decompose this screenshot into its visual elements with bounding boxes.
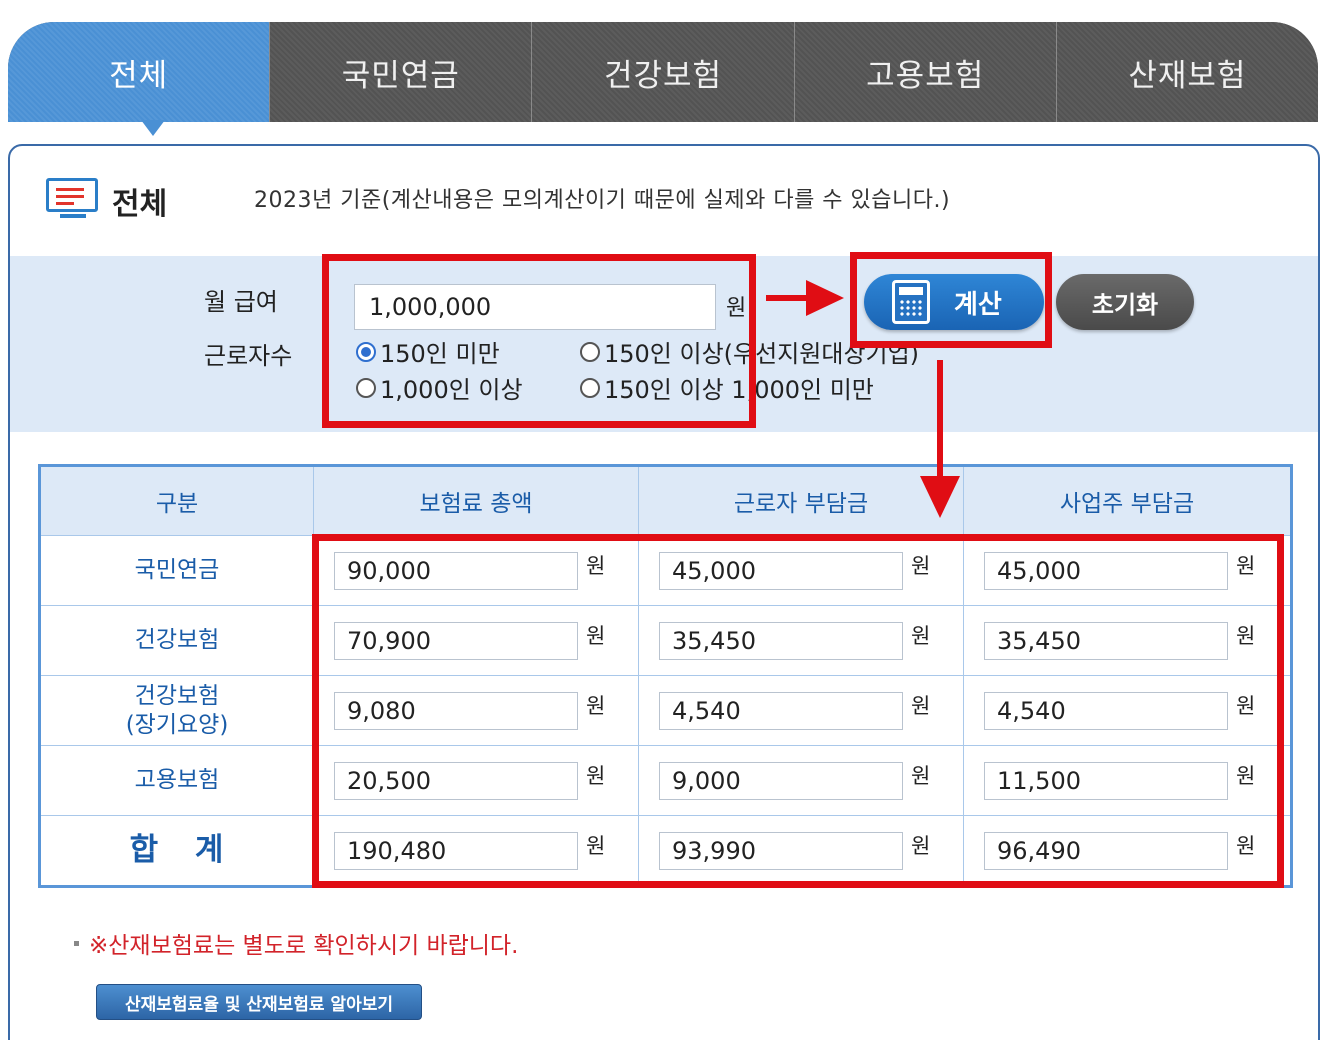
radio-label: 150인 미만 — [380, 340, 500, 368]
radio-unchecked-icon — [580, 341, 600, 362]
panel-title: 전체 — [112, 187, 168, 222]
employee-amount-field: 93,990 — [659, 831, 903, 870]
workers-label: 근로자수 — [204, 342, 293, 370]
header-category: 구분 — [39, 465, 314, 536]
radio-unchecked-icon — [580, 377, 600, 398]
calculator-icon — [892, 280, 930, 324]
header-employee-share: 근로자 부담금 — [638, 465, 964, 536]
reset-button-label: 초기화 — [1091, 290, 1159, 319]
salary-label: 월 급여 — [204, 288, 278, 316]
unit-label: 원 — [1236, 623, 1256, 648]
radio-checked-icon — [356, 341, 376, 362]
employee-amount-field: 4,540 — [659, 691, 903, 730]
bullet-icon — [74, 940, 79, 946]
radio-label: 1,000인 이상 — [380, 376, 523, 404]
insurance-calculator-page: 전체 국민연금 건강보험 고용보험 산재보험 전체 2023년 기준(계산내용은… — [0, 0, 1330, 1040]
unit-label: 원 — [911, 833, 931, 858]
unit-label: 원 — [1236, 763, 1256, 788]
radio-over-150-priority[interactable]: 150인 이상(우선지원대상기업) — [580, 334, 919, 369]
radio-over-1000[interactable]: 1,000인 이상 — [356, 370, 523, 405]
total-amount-field: 90,000 — [334, 551, 578, 590]
table-row: 건강보험 (장기요양) 9,080 원 4,540 원 4,540 원 — [39, 675, 1292, 746]
total-amount-field: 190,480 — [334, 831, 578, 870]
radio-label: 150인 이상 1,000인 미만 — [604, 376, 874, 404]
tab-industrial-accident-insurance[interactable]: 산재보험 — [1055, 22, 1318, 122]
unit-label: 원 — [1236, 833, 1256, 858]
footer-note-text: ※산재보험료는 별도로 확인하시기 바랍니다. — [89, 933, 519, 959]
row-label: 건강보험 — [39, 605, 314, 676]
row-label-total: 합 계 — [39, 815, 314, 887]
reset-button[interactable]: 초기화 — [1056, 274, 1194, 330]
industrial-accident-info-button[interactable]: 산재보험료율 및 산재보험료 알아보기 — [96, 984, 422, 1020]
footer-note: ※산재보험료는 별도로 확인하시기 바랍니다. — [74, 926, 518, 960]
unit-label: 원 — [586, 623, 606, 648]
tab-health-insurance[interactable]: 건강보험 — [531, 22, 794, 122]
unit-label: 원 — [586, 833, 606, 858]
row-label-line1: 건강보험 — [134, 682, 220, 709]
tab-all[interactable]: 전체 — [8, 22, 270, 122]
unit-label: 원 — [1236, 693, 1256, 718]
table-row: 국민연금 90,000 원 45,000 원 45,000 원 — [39, 535, 1292, 606]
content-panel: 전체 2023년 기준(계산내용은 모의계산이기 때문에 실제와 다를 수 있습… — [8, 144, 1320, 1040]
calculate-button-label: 계산 — [954, 289, 1002, 320]
employer-amount-field: 11,500 — [984, 761, 1228, 800]
row-label-line2: (장기요양) — [125, 711, 229, 738]
active-tab-pointer — [141, 120, 165, 136]
header-total-premium: 보험료 총액 — [313, 465, 639, 536]
unit-label: 원 — [586, 693, 606, 718]
employer-amount-field: 45,000 — [984, 551, 1228, 590]
header-employer-share: 사업주 부담금 — [963, 465, 1292, 536]
monitor-icon — [46, 178, 102, 224]
employer-amount-field: 96,490 — [984, 831, 1228, 870]
basis-note: 2023년 기준(계산내용은 모의계산이기 때문에 실제와 다를 수 있습니다.… — [254, 188, 951, 213]
tab-employment-insurance[interactable]: 고용보험 — [793, 22, 1056, 122]
unit-label: 원 — [911, 553, 931, 578]
employee-amount-field: 45,000 — [659, 551, 903, 590]
unit-label: 원 — [1236, 553, 1256, 578]
row-label: 국민연금 — [39, 535, 314, 606]
employer-amount-field: 35,450 — [984, 621, 1228, 660]
unit-label: 원 — [586, 553, 606, 578]
total-amount-field: 70,900 — [334, 621, 578, 660]
radio-label: 150인 이상(우선지원대상기업) — [604, 340, 920, 368]
table-total-row: 합 계 190,480 원 93,990 원 96,490 원 — [39, 815, 1292, 887]
result-table: 구분 보험료 총액 근로자 부담금 사업주 부담금 국민연금 90,000 원 4… — [38, 464, 1293, 888]
radio-unchecked-icon — [356, 377, 376, 398]
panel-header: 전체 — [46, 178, 167, 224]
employee-amount-field: 9,000 — [659, 761, 903, 800]
table-header-row: 구분 보험료 총액 근로자 부담금 사업주 부담금 — [39, 465, 1292, 536]
employer-amount-field: 4,540 — [984, 691, 1228, 730]
row-label: 건강보험 (장기요양) — [39, 675, 314, 746]
tab-bar: 전체 국민연금 건강보험 고용보험 산재보험 — [8, 22, 1318, 122]
unit-label: 원 — [586, 763, 606, 788]
unit-label: 원 — [911, 693, 931, 718]
table-row: 건강보험 70,900 원 35,450 원 35,450 원 — [39, 605, 1292, 676]
employee-amount-field: 35,450 — [659, 621, 903, 660]
industrial-accident-info-label: 산재보험료율 및 산재보험료 알아보기 — [125, 994, 393, 1015]
salary-unit: 원 — [726, 296, 747, 321]
radio-150-to-1000[interactable]: 150인 이상 1,000인 미만 — [580, 370, 874, 405]
total-amount-field: 9,080 — [334, 691, 578, 730]
salary-input[interactable] — [354, 284, 716, 330]
total-amount-field: 20,500 — [334, 761, 578, 800]
unit-label: 원 — [911, 623, 931, 648]
input-section: 월 급여 원 근로자수 150인 미만 150인 이상(우선지원대상기업) 1,… — [10, 256, 1318, 432]
unit-label: 원 — [911, 763, 931, 788]
table-row: 고용보험 20,500 원 9,000 원 11,500 원 — [39, 745, 1292, 816]
calculate-button[interactable]: 계산 — [864, 274, 1044, 330]
radio-under-150[interactable]: 150인 미만 — [356, 334, 500, 369]
row-label: 고용보험 — [39, 745, 314, 816]
tab-national-pension[interactable]: 국민연금 — [269, 22, 532, 122]
